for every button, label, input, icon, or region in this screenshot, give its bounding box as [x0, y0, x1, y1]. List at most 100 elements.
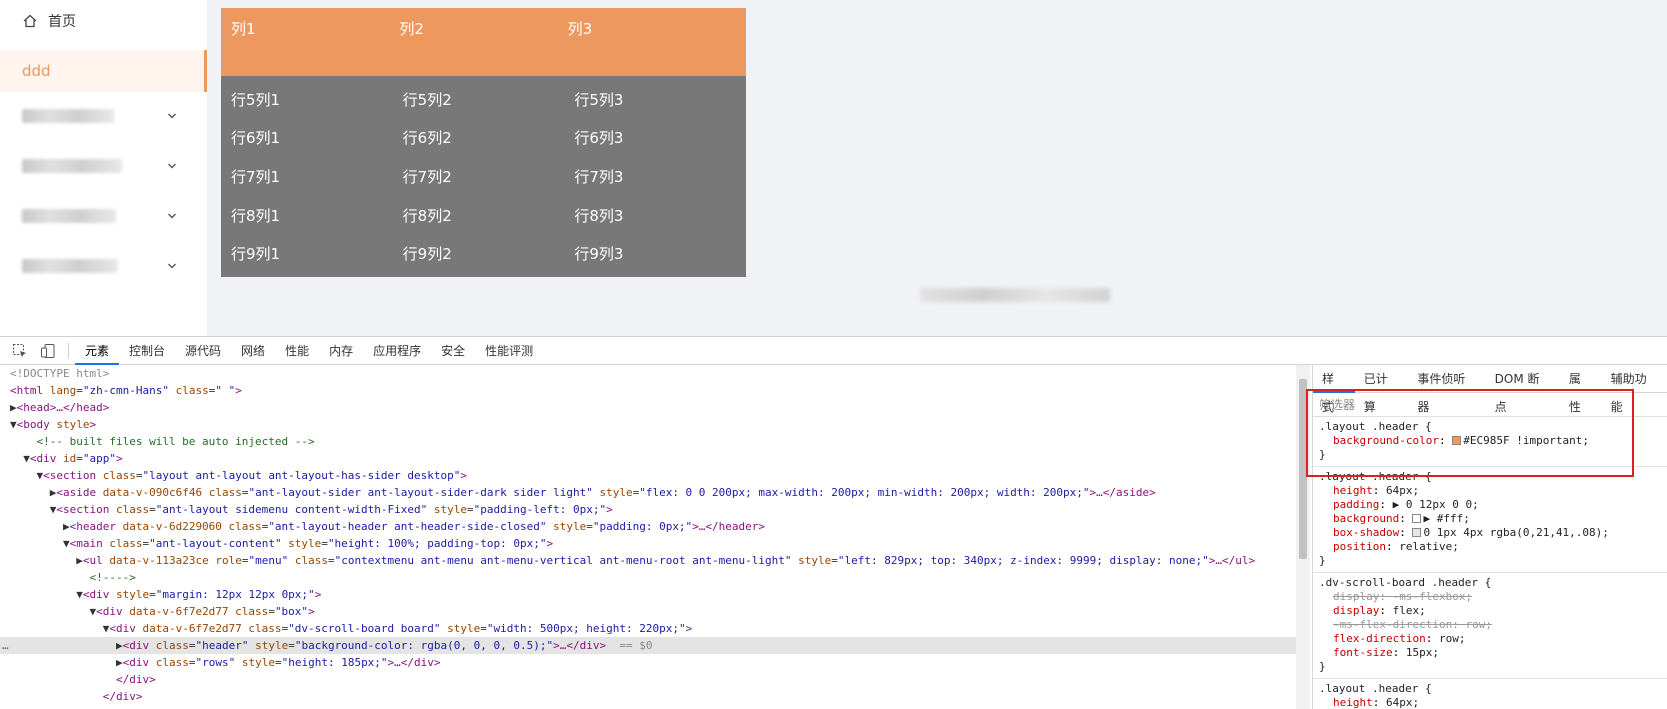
dom-node[interactable]: ▶<div class="rows" style="height: 185px;… [0, 654, 1296, 671]
dom-node[interactable]: ▼<main class="ant-layout-content" style=… [0, 535, 1296, 552]
style-property[interactable]: display: flex; [1319, 604, 1661, 618]
devtools-tab[interactable]: 网络 [231, 337, 275, 365]
divider [68, 342, 69, 359]
table-cell: 行6列3 [574, 129, 624, 148]
devtools-tab[interactable]: 控制台 [119, 337, 175, 365]
sidebar-submenu[interactable] [0, 146, 207, 186]
rule-selector[interactable]: .dv-scroll-board .header { [1319, 576, 1661, 590]
table-cell: 行5列2 [402, 90, 452, 109]
dom-node[interactable]: ▼<body style> [0, 416, 1296, 433]
chevron-down-icon [168, 263, 176, 269]
dom-node[interactable]: <!----> [0, 569, 1296, 586]
inspect-element-icon[interactable] [12, 343, 28, 359]
table-cell: 行7列2 [402, 167, 452, 186]
table-row: 行8列1 行8列2 行8列3 [221, 196, 746, 235]
rule-selector[interactable]: .layout .header { [1319, 682, 1661, 696]
dom-node[interactable]: ▶<header data-v-6d229060 class="ant-layo… [0, 518, 1296, 535]
dom-node[interactable]: ▼<section class="ant-layout sidemenu con… [0, 501, 1296, 518]
chevron-down-icon [168, 213, 176, 219]
style-property[interactable]: font-size: 15px; [1319, 646, 1661, 660]
sidebar-item-home[interactable]: 首页 [0, 0, 207, 42]
table-cell: 行9列3 [574, 245, 624, 264]
dom-node-selected[interactable]: ▶<div class="header" style="background-c… [0, 637, 1296, 654]
dom-node[interactable]: ▼<div id="app"> [0, 450, 1296, 467]
style-property[interactable]: height: 64px; [1319, 696, 1661, 709]
board-header: 列1 列2 列3 [221, 8, 746, 76]
dom-node[interactable]: </div> [0, 688, 1296, 705]
dom-node[interactable]: ▶<aside data-v-090c6f46 class="ant-layou… [0, 484, 1296, 501]
devtools-tab[interactable]: 应用程序 [363, 337, 431, 365]
sidebar-submenu[interactable] [0, 96, 207, 136]
dom-node[interactable]: <!-- built files will be auto injected -… [0, 433, 1296, 450]
style-rule: .layout .header {height: 64px; padding: ▶… [1313, 467, 1667, 573]
style-property[interactable]: -ms-flex-direction: row; [1319, 618, 1661, 632]
style-property[interactable]: height: 64px; [1319, 484, 1661, 498]
style-rule: .layout .header {height: 64px;} [1313, 679, 1667, 709]
sidebar-item-selected[interactable]: ddd [0, 50, 207, 92]
dom-node[interactable]: <!DOCTYPE html> [0, 365, 1296, 382]
table-cell: 行8列3 [574, 206, 624, 225]
table-cell: 行8列2 [402, 206, 452, 225]
dom-node[interactable]: ▼<div data-v-6f7e2d77 class="box"> [0, 603, 1296, 620]
table-cell: 行6列2 [402, 129, 452, 148]
devtools-tab[interactable]: 内存 [319, 337, 363, 365]
style-rule: .dv-scroll-board .header {display: -ms-f… [1313, 573, 1667, 679]
table-cell: 行8列1 [231, 206, 281, 225]
app-viewport: 首页 ddd 列1 列2 列3 行5列1 行5列2 行5列3 行6列1 行6列2… [0, 0, 1667, 336]
color-swatch[interactable] [1452, 436, 1462, 445]
sidebar-submenu[interactable] [0, 246, 207, 286]
color-swatch[interactable] [1412, 528, 1422, 537]
column-header: 列1 [231, 20, 256, 38]
table-cell: 行9列2 [402, 245, 452, 264]
color-swatch[interactable] [1412, 514, 1422, 523]
style-property[interactable]: background: ▶ #fff; [1319, 512, 1661, 526]
style-property[interactable]: display: -ms-flexbox; [1319, 590, 1661, 604]
dom-node[interactable]: ▼<div data-v-6f7e2d77 class="dv-scroll-b… [0, 620, 1296, 637]
dom-node[interactable]: ▼<div style="margin: 12px 12px 0px;"> [0, 586, 1296, 603]
dom-node[interactable]: </div> [0, 671, 1296, 688]
home-icon [23, 14, 37, 28]
styles-tabs: 样式 已计算 事件侦听器 DOM 断点 属性 辅助功能 [1313, 365, 1667, 414]
style-property[interactable]: flex-direction: row; [1319, 632, 1661, 646]
table-cell: 行5列3 [574, 90, 624, 109]
redacted-text [920, 288, 1110, 302]
devtools-panel: 元素 控制台 源代码 网络 性能 内存 应用程序 安全 性能评测 <!DOCTYPE html>… [0, 336, 1667, 709]
scroll-board: 列1 列2 列3 行5列1 行5列2 行5列3 行6列1 行6列2 行6列3 行… [221, 8, 746, 277]
table-row: 行9列1 行9列2 行9列3 [221, 234, 746, 273]
styles-tab[interactable]: 样式 [1313, 365, 1355, 414]
devtools-tab[interactable]: 源代码 [175, 337, 231, 365]
styles-tab[interactable]: DOM 断点 [1486, 365, 1560, 414]
elements-tree[interactable]: <!DOCTYPE html> <html lang="zh-cmn-Hans" … [0, 365, 1296, 709]
devtools-tab[interactable]: 安全 [431, 337, 475, 365]
column-header: 列2 [399, 20, 424, 38]
styles-tab[interactable]: 已计算 [1355, 365, 1409, 414]
table-cell: 行7列3 [574, 167, 624, 186]
style-rule: .layout .header {background-color: #EC98… [1313, 417, 1667, 467]
sidebar-submenu[interactable] [0, 196, 207, 236]
sidebar-item-selected-label: ddd [22, 62, 51, 80]
devtools-body: <!DOCTYPE html> <html lang="zh-cmn-Hans" … [0, 365, 1667, 709]
styles-tab[interactable]: 辅助功能 [1602, 365, 1667, 414]
redacted-label [22, 259, 118, 273]
dom-node[interactable]: <html lang="zh-cmn-Hans" class=" "> [0, 382, 1296, 399]
styles-tab[interactable]: 属性 [1560, 365, 1602, 414]
chevron-down-icon [168, 113, 176, 119]
style-property[interactable]: background-color: #EC985F !important; [1319, 434, 1661, 448]
devtools-tabbar: 元素 控制台 源代码 网络 性能 内存 应用程序 安全 性能评测 [0, 337, 1667, 365]
device-toolbar-icon[interactable] [40, 343, 56, 359]
style-property[interactable]: padding: ▶ 0 12px 0 0; [1319, 498, 1661, 512]
styles-tab[interactable]: 事件侦听器 [1408, 365, 1485, 414]
dom-node[interactable]: ▼<section class="layout ant-layout ant-l… [0, 467, 1296, 484]
scrollbar-thumb[interactable] [1299, 379, 1307, 559]
devtools-tab[interactable]: 性能评测 [475, 337, 543, 365]
rule-selector[interactable]: .layout .header { [1319, 420, 1661, 434]
table-row: 行5列1 行5列2 行5列3 [221, 80, 746, 119]
style-property[interactable]: position: relative; [1319, 540, 1661, 554]
dom-node[interactable]: ▶<ul data-v-113a23ce role="menu" class="… [0, 552, 1296, 569]
style-property[interactable]: box-shadow: 0 1px 4px rgba(0,21,41,.08); [1319, 526, 1661, 540]
elements-scrollbar[interactable] [1296, 365, 1310, 709]
devtools-tab[interactable]: 性能 [275, 337, 319, 365]
devtools-tab[interactable]: 元素 [75, 337, 120, 365]
rule-selector[interactable]: .layout .header { [1319, 470, 1661, 484]
dom-node[interactable]: ▶<head>…</head> [0, 399, 1296, 416]
